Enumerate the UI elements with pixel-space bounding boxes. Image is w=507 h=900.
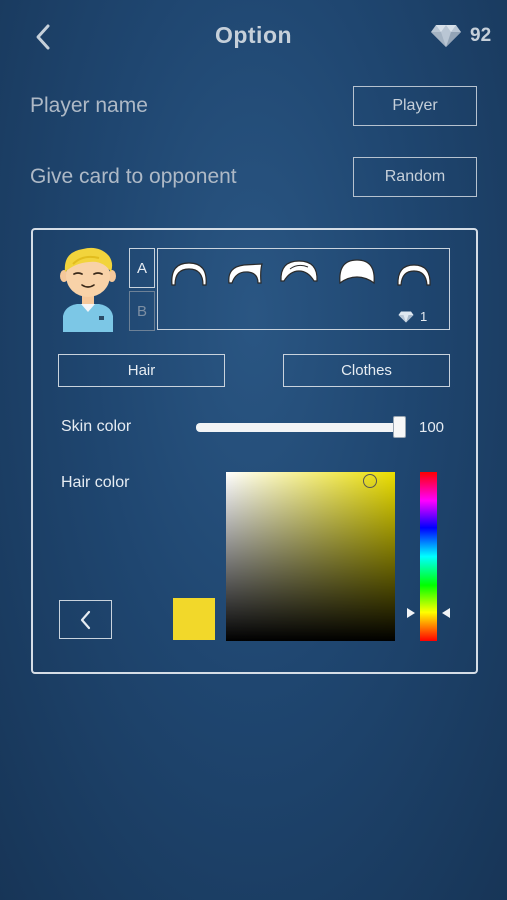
hair-style-2[interactable] (224, 259, 266, 287)
hue-slider[interactable] (420, 472, 437, 641)
hue-slider-marker-left[interactable] (407, 608, 415, 618)
boy-avatar-icon (60, 247, 116, 332)
hue-slider-marker-right[interactable] (442, 608, 450, 618)
panel-back-button[interactable] (59, 600, 112, 639)
avatar-editor-panel: A B 1 Hair Clothes Skin color 100 Hair c… (31, 228, 478, 674)
color-picker-cursor[interactable] (363, 474, 377, 488)
chevron-left-icon (80, 610, 90, 629)
diamond-icon (431, 25, 461, 47)
skin-color-slider[interactable] (196, 423, 403, 432)
skin-color-label: Skin color (61, 418, 132, 435)
hair-price: 1 (420, 309, 428, 324)
player-name-label: Player name (30, 94, 148, 117)
give-card-button[interactable]: Random (353, 157, 477, 197)
hair-color-swatch (173, 598, 215, 640)
diamond-icon (398, 311, 414, 323)
skin-color-slider-handle[interactable] (393, 416, 406, 438)
header: Option 92 (0, 0, 507, 72)
gem-count: 92 (470, 25, 492, 46)
tab-clothes[interactable]: Clothes (283, 354, 450, 387)
hair-style-1[interactable] (168, 259, 210, 287)
hair-color-picker[interactable] (226, 472, 395, 641)
slot-b-button[interactable]: B (129, 291, 155, 331)
hair-color-label: Hair color (61, 474, 130, 491)
hair-style-3[interactable] (278, 259, 320, 287)
give-card-label: Give card to opponent (30, 165, 237, 188)
hair-style-list: 1 (157, 248, 450, 330)
slot-a-button[interactable]: A (129, 248, 155, 288)
skin-color-value: 100 (419, 419, 445, 436)
player-name-button[interactable]: Player (353, 86, 477, 126)
hair-style-5[interactable] (393, 259, 435, 287)
hair-style-4[interactable] (336, 259, 378, 287)
tab-hair[interactable]: Hair (58, 354, 225, 387)
